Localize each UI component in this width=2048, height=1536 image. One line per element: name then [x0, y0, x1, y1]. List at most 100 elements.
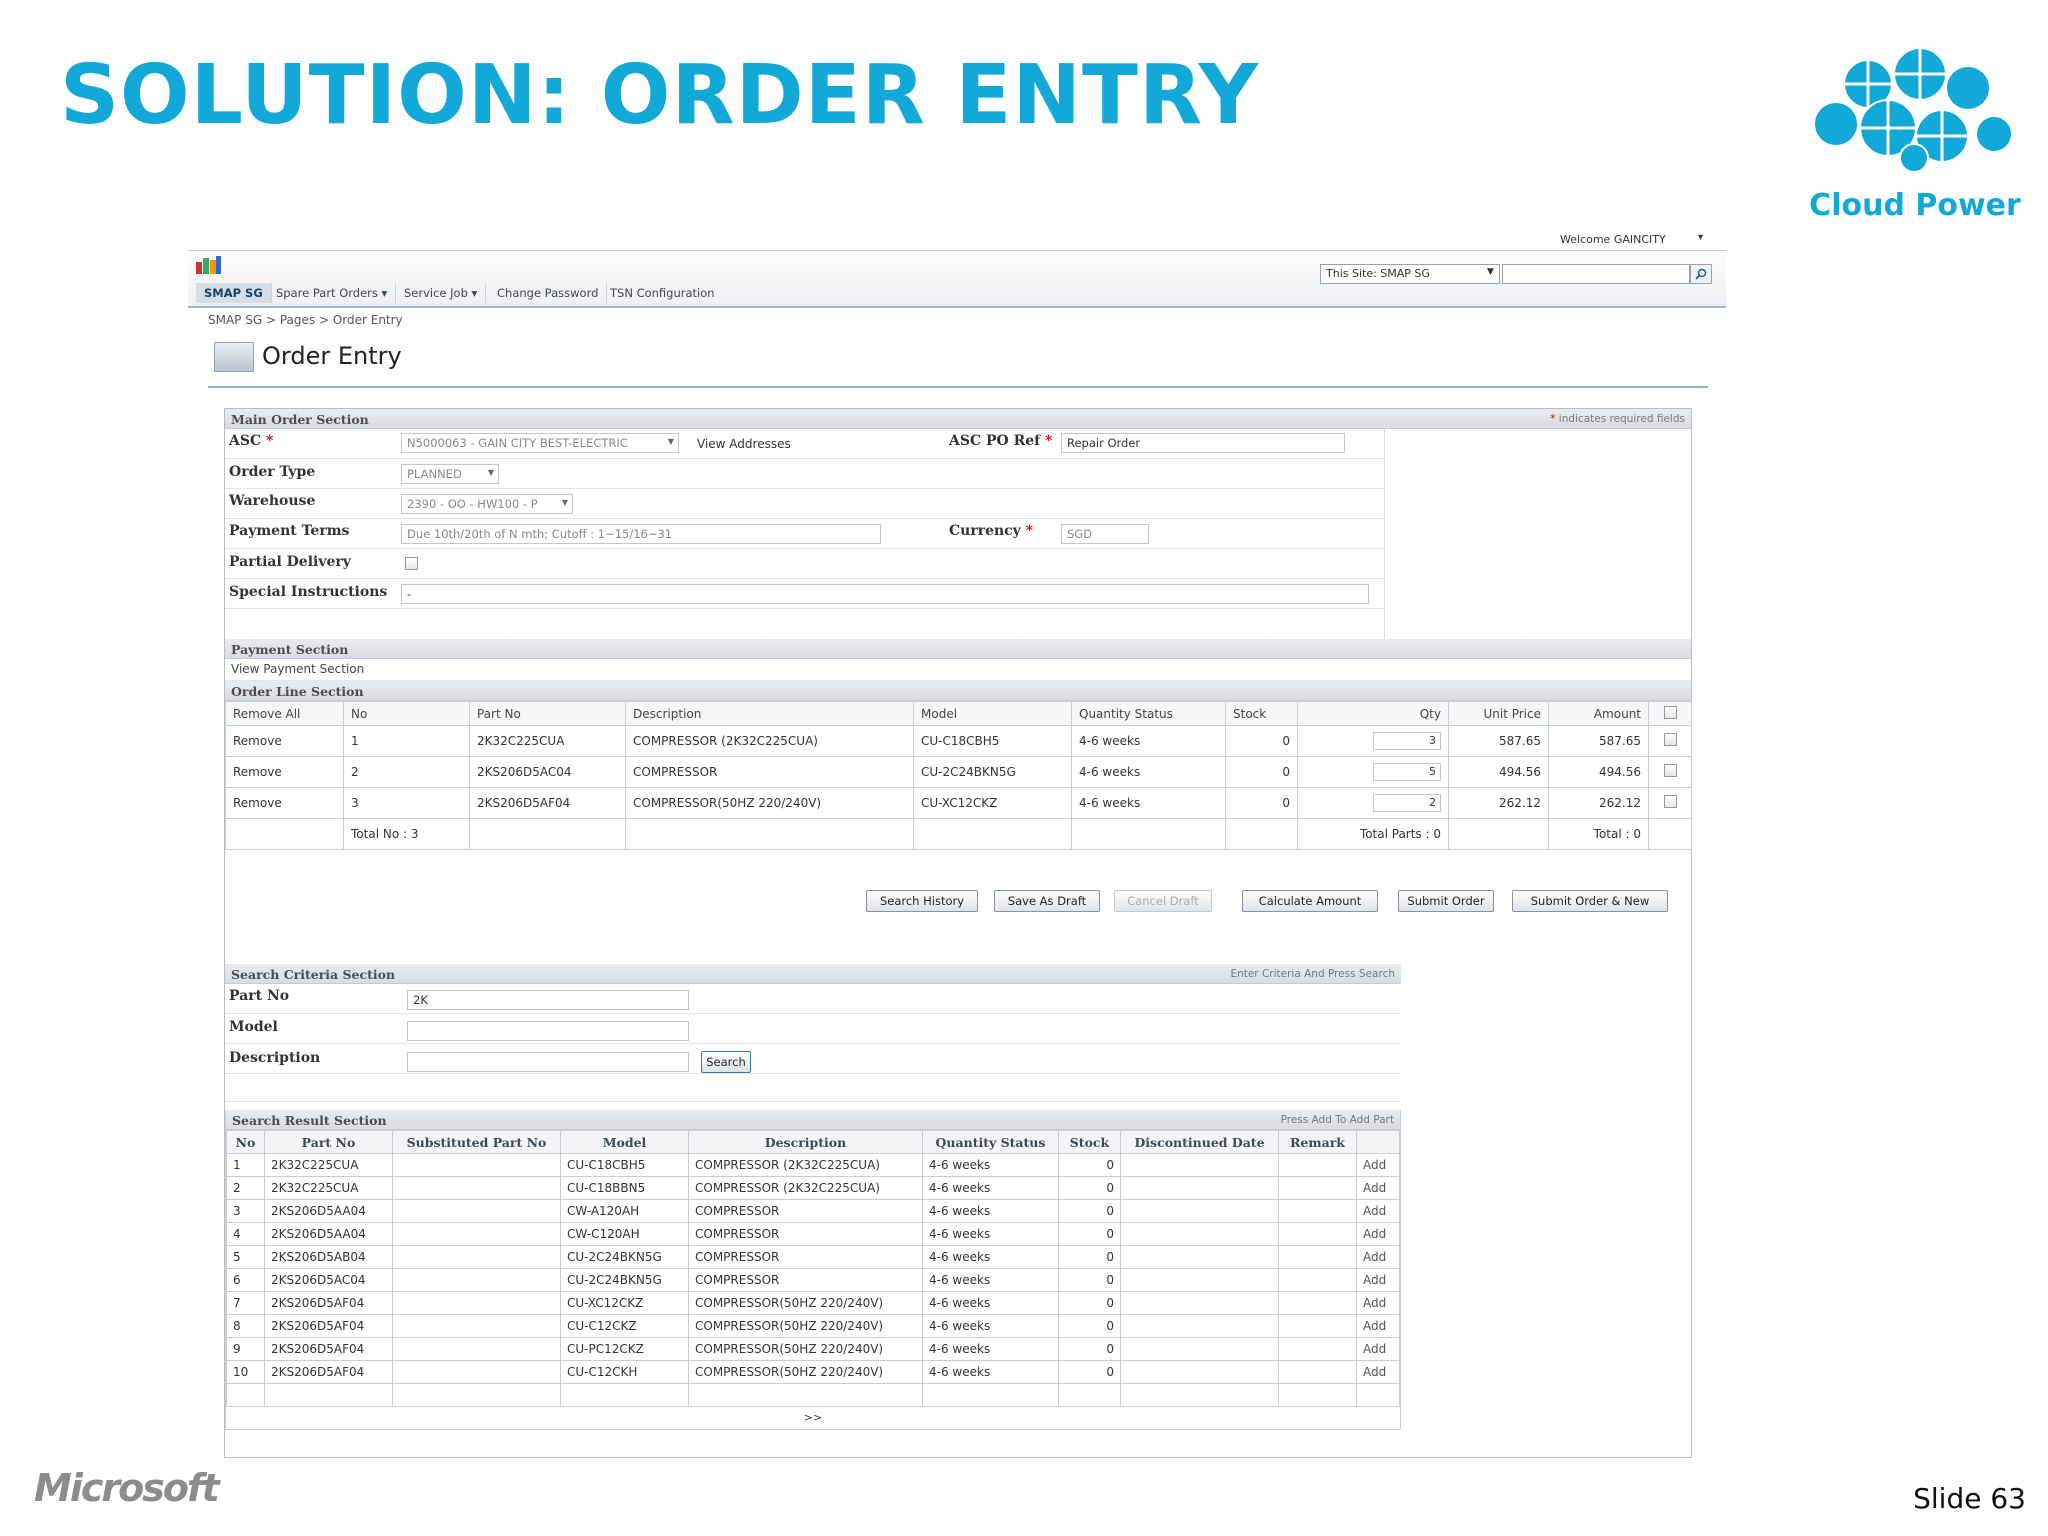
site-select[interactable]: This Site: SMAP SG	[1320, 264, 1500, 284]
order-type-select[interactable]: PLANNED ▼	[401, 464, 499, 484]
tab-service-job[interactable]: Service Job ▾	[396, 283, 487, 303]
column-header	[1356, 1130, 1400, 1154]
view-addresses-link[interactable]: View Addresses	[697, 437, 791, 451]
add-part-link[interactable]: Add	[1356, 1245, 1400, 1269]
column-header: No	[226, 1130, 265, 1154]
search-criteria-section: Search Criteria Section Enter Criteria A…	[225, 964, 1401, 1104]
table-row: 4 2KS206D5AA04 CW-C120AH COMPRESSOR 4-6 week…	[226, 1222, 1400, 1246]
add-part-link[interactable]: Add	[1356, 1337, 1400, 1361]
qty-input[interactable]: 3	[1373, 732, 1441, 750]
row-checkbox[interactable]	[1648, 756, 1692, 788]
tab-smap-sg[interactable]: SMAP SG	[196, 283, 272, 303]
qty-input[interactable]: 5	[1373, 763, 1441, 781]
asc-select[interactable]: N5000063 - GAIN CITY BEST-ELECTRIC ▼	[401, 433, 679, 453]
asc-po-ref-input[interactable]: Repair Order	[1061, 433, 1345, 453]
part-no: 2KS206D5AC04	[469, 756, 626, 788]
description-search-input[interactable]	[407, 1052, 689, 1072]
remove-link[interactable]: Remove	[225, 787, 344, 819]
add-part-link[interactable]: Add	[1356, 1199, 1400, 1223]
column-header: Quantity Status	[922, 1130, 1059, 1154]
search-hint: Enter Criteria And Press Search	[1230, 968, 1395, 980]
remove-link[interactable]: Remove	[225, 756, 344, 788]
amount: 494.56	[1548, 756, 1649, 788]
unit-price: 494.56	[1448, 756, 1549, 788]
cloud-power-logo	[1813, 47, 2013, 173]
total-amount: Total : 0	[1548, 818, 1649, 850]
part-no-label: Part No	[229, 988, 290, 1004]
qty-input[interactable]: 2	[1373, 794, 1441, 812]
stock: 0	[1225, 787, 1298, 819]
section-title: Search Result Section	[232, 1113, 387, 1128]
total-no: Total No : 3	[343, 818, 470, 850]
row-checkbox[interactable]	[1648, 725, 1692, 757]
select-all-checkbox[interactable]	[1648, 701, 1692, 726]
search-result-header: Search Result Section Press Add To Add P…	[226, 1110, 1400, 1130]
add-part-link[interactable]: Add	[1356, 1176, 1400, 1200]
section-title: Search Criteria Section	[231, 967, 396, 982]
column-header: Part No	[264, 1130, 393, 1154]
section-title: Main Order Section	[231, 412, 369, 427]
submit-order-button[interactable]: Submit Order	[1398, 890, 1494, 912]
page-title: Order Entry	[262, 342, 402, 370]
add-part-link[interactable]: Add	[1356, 1314, 1400, 1338]
payment-section-header: Payment Section	[225, 639, 1691, 659]
search-history-button[interactable]: Search History	[866, 890, 978, 912]
order-line-table: Remove All No Part No Description Model …	[225, 701, 1692, 850]
order-type-label: Order Type	[229, 464, 316, 480]
stock: 0	[1225, 756, 1298, 788]
add-part-link[interactable]: Add	[1356, 1153, 1400, 1177]
welcome-user-menu[interactable]: Welcome GAINCITY	[1560, 233, 1666, 246]
quantity-status: 4-6 weeks	[1071, 756, 1226, 788]
unit-price: 262.12	[1448, 787, 1549, 819]
table-row: 3 2KS206D5AA04 CW-A120AH COMPRESSOR 4-6 week…	[226, 1199, 1400, 1223]
tab-tsn-configuration[interactable]: TSN Configuration	[602, 283, 723, 303]
column-header: Discontinued Date	[1120, 1130, 1279, 1154]
part-no-search-input[interactable]: 2K	[407, 990, 689, 1010]
currency-label: Currency *	[949, 523, 1034, 539]
remove-all-link[interactable]: Remove All	[225, 701, 344, 726]
partial-delivery-checkbox[interactable]	[405, 557, 418, 570]
model-search-input[interactable]	[407, 1021, 689, 1041]
warehouse-select[interactable]: 2390 - OO - HW100 - P ▼	[401, 494, 573, 514]
search-button[interactable]: Search	[701, 1051, 751, 1073]
order-entry-page-icon	[214, 342, 254, 372]
add-part-link[interactable]: Add	[1356, 1291, 1400, 1315]
chevron-down-icon[interactable]: ▼	[1487, 267, 1494, 277]
payment-terms-input[interactable]: Due 10th/20th of N mth; Cutoff : 1~15/16…	[401, 524, 881, 544]
column-header: Part No	[469, 701, 626, 726]
breadcrumb[interactable]: SMAP SG > Pages > Order Entry	[208, 313, 403, 327]
column-header: Description	[688, 1130, 923, 1154]
save-as-draft-button[interactable]: Save As Draft	[994, 890, 1100, 912]
chevron-down-icon[interactable]: ▾	[1698, 232, 1703, 243]
submit-order-and-new-button[interactable]: Submit Order & New	[1512, 890, 1668, 912]
calculate-amount-button[interactable]: Calculate Amount	[1242, 890, 1378, 912]
stock: 0	[1225, 725, 1298, 757]
add-part-link[interactable]: Add	[1356, 1360, 1400, 1384]
main-order-form: ASC * N5000063 - GAIN CITY BEST-ELECTRIC…	[225, 429, 1385, 639]
column-header: Description	[625, 701, 914, 726]
next-page-link[interactable]: >>	[226, 1407, 1400, 1429]
tab-change-password[interactable]: Change Password	[489, 283, 608, 303]
table-row: 8 2KS206D5AF04 CU-C12CKZ COMPRESSOR(50HZ 22…	[226, 1314, 1400, 1338]
model: CU-C18CBH5	[913, 725, 1072, 757]
partial-delivery-label: Partial Delivery	[229, 554, 351, 570]
column-header: Remark	[1278, 1130, 1357, 1154]
view-payment-section-link[interactable]: View Payment Section	[225, 659, 1691, 681]
remove-link[interactable]: Remove	[225, 725, 344, 757]
add-part-link[interactable]: Add	[1356, 1268, 1400, 1292]
search-icon[interactable]	[1690, 264, 1712, 284]
add-part-link[interactable]: Add	[1356, 1222, 1400, 1246]
search-result-section: Search Result Section Press Add To Add P…	[225, 1110, 1401, 1430]
column-header: Qty	[1297, 701, 1449, 726]
currency-input[interactable]: SGD	[1061, 524, 1149, 544]
tab-spare-part-orders[interactable]: Spare Part Orders ▾	[268, 283, 397, 303]
asc-label: ASC *	[229, 433, 274, 449]
amount: 587.65	[1548, 725, 1649, 757]
special-instructions-input[interactable]: -	[401, 584, 1369, 604]
site-search-input[interactable]	[1502, 264, 1690, 284]
cancel-draft-button[interactable]: Cancel Draft	[1114, 890, 1212, 912]
total-parts: Total Parts : 0	[1297, 818, 1449, 850]
row-checkbox[interactable]	[1648, 787, 1692, 819]
required-note: * indicates required fields	[1550, 413, 1685, 425]
line-no: 3	[343, 787, 470, 819]
